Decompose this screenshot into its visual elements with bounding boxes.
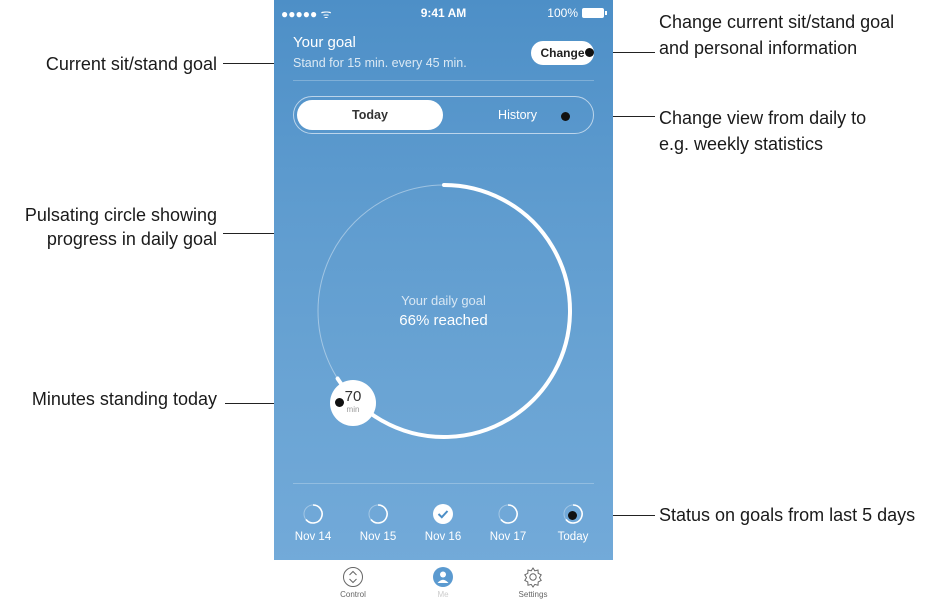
check-icon: [433, 504, 453, 524]
partial-progress-icon: [303, 504, 323, 524]
day-status-item[interactable]: Nov 15: [353, 503, 403, 543]
annotation-change-view-l1: Change view from daily to: [659, 108, 867, 128]
leader-dot: [561, 112, 570, 121]
gear-icon: [524, 567, 542, 588]
phone-screen: ●●●●● ᯤ 9:41 AM 100% Your goal Stand for…: [274, 0, 613, 603]
leader-dot: [335, 398, 344, 407]
tab-me[interactable]: Me: [413, 566, 473, 599]
annotation-change-view-l2: e.g. weekly statistics: [659, 134, 824, 154]
annotation-current-goal: Current sit/stand goal: [45, 54, 217, 74]
partial-progress-icon: [368, 504, 388, 524]
progress-caption: Your daily goal: [401, 293, 486, 308]
tab-me-label: Me: [437, 590, 449, 599]
control-arrows-icon: [343, 567, 363, 587]
day-status-item[interactable]: Today: [548, 503, 598, 543]
tab-settings-label: Settings: [518, 590, 548, 599]
tab-bar: Control Me Settings: [274, 560, 613, 603]
day-label: Nov 16: [424, 531, 462, 543]
day-status-item[interactable]: Nov 16: [418, 503, 468, 543]
day-label: Today: [557, 531, 589, 543]
day-label: Nov 15: [359, 531, 397, 543]
leader-dot: [568, 511, 577, 520]
progress-value: 66% reached: [399, 312, 488, 329]
annotation-pulsating-l1: Pulsating circle showing: [24, 205, 217, 225]
day-status-item[interactable]: Nov 17: [483, 503, 533, 543]
tab-settings[interactable]: Settings: [503, 566, 563, 599]
annotation-change-goal-l2: and personal information: [659, 38, 858, 58]
annotation-pulsating-l2: progress in daily goal: [46, 229, 217, 249]
divider: [293, 483, 594, 484]
leader-dot: [585, 48, 594, 57]
tab-control[interactable]: Control: [323, 566, 383, 599]
day-label: Nov 14: [294, 531, 332, 543]
partial-progress-icon: [498, 504, 518, 524]
annotation-minutes-standing: Minutes standing today: [31, 389, 217, 409]
day-label: Nov 17: [489, 531, 527, 543]
annotation-change-goal-l1: Change current sit/stand goal: [659, 12, 895, 32]
day-status-item[interactable]: Nov 14: [288, 503, 338, 543]
tab-control-label: Control: [340, 590, 366, 599]
annotation-status-goals: Status on goals from last 5 days: [659, 505, 916, 525]
person-icon: [433, 567, 453, 587]
